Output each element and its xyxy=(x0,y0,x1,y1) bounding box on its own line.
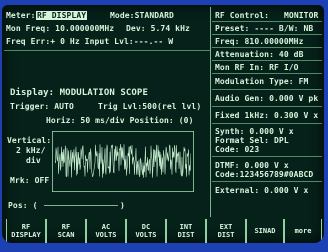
right-sep-6 xyxy=(212,89,322,90)
softkey-ext-dist[interactable]: EXT DIST xyxy=(206,219,246,243)
rf-control-value[interactable]: MONITOR xyxy=(284,11,318,20)
dtmf-code-text[interactable]: Code:123456789#0ABCD xyxy=(215,170,313,179)
softkey-rf-scan[interactable]: RF SCAN xyxy=(46,219,86,243)
rf-control-label: RF Control: xyxy=(215,11,270,20)
pos-end: ) xyxy=(120,201,125,210)
softkey-label: AC xyxy=(101,223,111,231)
dtmf-text[interactable]: DTMF: 0.000 V x xyxy=(215,161,289,170)
softkey-label: VOLTS xyxy=(95,231,117,239)
preset-text[interactable]: Preset: ---- B/W: NB xyxy=(215,24,313,33)
marker-text[interactable]: Mrk: OFF xyxy=(10,176,49,185)
right-sep-3 xyxy=(212,47,322,48)
horiz-text[interactable]: Horiz: 50 ms/div Position: (0) xyxy=(46,116,194,125)
instrument-screen: Meter: RF DISPLAY Mode:STANDARD Mon Freq… xyxy=(2,5,324,243)
softkey-more[interactable]: more xyxy=(284,219,322,243)
top-separator xyxy=(4,50,210,51)
meter-label: Meter: xyxy=(6,11,36,20)
softkey-label: EXT xyxy=(219,223,233,231)
trig-level-text[interactable]: Trig Lvl:500(rel lvl) xyxy=(98,102,201,111)
softkey-dc-volts[interactable]: DC VOLTS xyxy=(126,219,166,243)
right-sep-2 xyxy=(212,34,322,35)
fixed-1khz-text[interactable]: Fixed 1kHz: 0.300 V x xyxy=(215,111,318,120)
softkey-label: INT xyxy=(179,223,193,231)
modulation-type-text[interactable]: Modulation Type: FM xyxy=(215,77,308,86)
panel-divider xyxy=(210,7,211,217)
mon-rf-in-text[interactable]: Mon RF In: RF I/O xyxy=(215,63,299,72)
softkey-label: VOLTS xyxy=(135,231,157,239)
softkey-label: more xyxy=(294,227,312,235)
right-sep-10 xyxy=(212,181,322,182)
attenuation-text[interactable]: Attenuation: 40 dB xyxy=(215,50,304,59)
right-sep-5 xyxy=(212,73,322,74)
softkey-label: SCAN xyxy=(57,231,75,239)
mode-text: Mode:STANDARD xyxy=(110,11,174,20)
pos-slider-track[interactable] xyxy=(44,205,118,206)
graticule-top xyxy=(52,131,194,132)
rf-freq-text[interactable]: Freq: 810.00000MHz xyxy=(215,37,304,46)
external-text[interactable]: External: 0.000 V x xyxy=(215,186,308,195)
pos-label: Pos: ( xyxy=(8,201,38,210)
vertical-unit: div xyxy=(26,156,41,165)
audio-gen-text[interactable]: Audio Gen: 0.000 V pk xyxy=(215,94,318,103)
softkey-rf-display[interactable]: RF DISPLAY xyxy=(6,219,46,243)
deviation-text: Dev: 5.74 kHz xyxy=(126,24,190,33)
right-sep-7 xyxy=(212,106,322,107)
softkey-label: DISPLAY xyxy=(11,231,41,239)
modulation-trace xyxy=(55,143,191,178)
graticule-left xyxy=(52,131,53,192)
softkey-label: RF xyxy=(21,223,31,231)
code-text[interactable]: Code: 023 xyxy=(215,145,259,154)
right-sep-1 xyxy=(212,21,322,22)
vertical-value[interactable]: 2 kHz/ xyxy=(16,146,46,155)
softkey-sinad[interactable]: SINAD xyxy=(246,219,284,243)
softkey-label: DIST xyxy=(177,231,195,239)
right-sep-4 xyxy=(212,60,322,61)
display-title[interactable]: Display: MODULATION SCOPE xyxy=(10,88,148,98)
softkey-int-dist[interactable]: INT DIST xyxy=(166,219,206,243)
softkey-label: DIST xyxy=(217,231,235,239)
softkey-ac-volts[interactable]: AC VOLTS xyxy=(86,219,126,243)
meter-select[interactable]: RF DISPLAY xyxy=(36,11,88,20)
right-sep-9 xyxy=(212,156,322,157)
mon-freq-text: Mon Freq: 10.000000MHz xyxy=(6,24,115,33)
graticule-bottom xyxy=(52,191,194,192)
freq-error-text: Freq Err:+ 0 Hz Input Lvl:---.-- W xyxy=(6,37,174,46)
softkey-label: SINAD xyxy=(254,227,276,235)
softkey-label: RF xyxy=(61,223,71,231)
right-sep-8 xyxy=(212,123,322,124)
synth-text[interactable]: Synth: 0.000 V x xyxy=(215,127,294,136)
softkey-label: DC xyxy=(141,223,151,231)
format-sel-text[interactable]: Format Sel: DPL xyxy=(215,136,289,145)
trigger-text[interactable]: Trigger: AUTO xyxy=(10,102,74,111)
graticule-right xyxy=(193,131,194,192)
softkey-bar: RF DISPLAY RF SCAN AC VOLTS DC VOLTS INT DIST… xyxy=(2,219,324,243)
trace-line xyxy=(55,143,191,178)
vertical-label: Vertical: xyxy=(7,136,52,145)
